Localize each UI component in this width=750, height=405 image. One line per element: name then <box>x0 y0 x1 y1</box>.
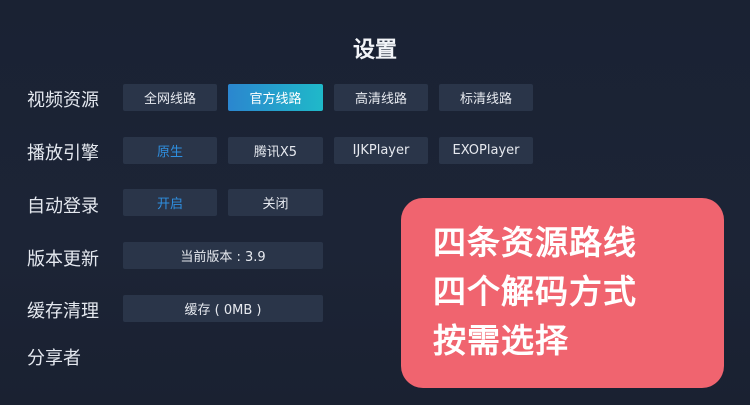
video-source-label: 视频资源 <box>27 90 99 111</box>
page-title: 设置 <box>352 38 397 63</box>
current-version-button[interactable]: 当前版本 : 3.9 <box>123 242 323 269</box>
option-native-engine[interactable]: 原生 <box>123 137 217 164</box>
overlay-line-choose: 按需选择 <box>433 321 569 360</box>
option-sd-route[interactable]: 标清线路 <box>439 84 533 111</box>
player-engine-label: 播放引擎 <box>27 143 99 164</box>
option-hd-route[interactable]: 高清线路 <box>334 84 428 111</box>
option-official-route[interactable]: 官方线路 <box>228 84 323 111</box>
promo-overlay: 四条资源路线 四个解码方式 按需选择 <box>401 198 724 388</box>
option-exoplayer[interactable]: EXOPlayer <box>439 137 533 164</box>
overlay-line-decoders: 四个解码方式 <box>433 272 637 311</box>
option-ijkplayer[interactable]: IJKPlayer <box>334 137 428 164</box>
version-update-label: 版本更新 <box>27 249 99 270</box>
cache-clear-label: 缓存清理 <box>27 301 99 322</box>
option-auto-login-off[interactable]: 关闭 <box>228 189 323 216</box>
option-auto-login-on[interactable]: 开启 <box>123 189 217 216</box>
auto-login-label: 自动登录 <box>27 196 99 217</box>
overlay-line-routes: 四条资源路线 <box>433 223 637 262</box>
option-tencent-x5[interactable]: 腾讯X5 <box>228 137 323 164</box>
option-all-network-route[interactable]: 全网线路 <box>123 84 217 111</box>
sharer-label[interactable]: 分享者 <box>27 344 81 370</box>
clear-cache-button[interactable]: 缓存 ( 0MB ) <box>123 295 323 322</box>
